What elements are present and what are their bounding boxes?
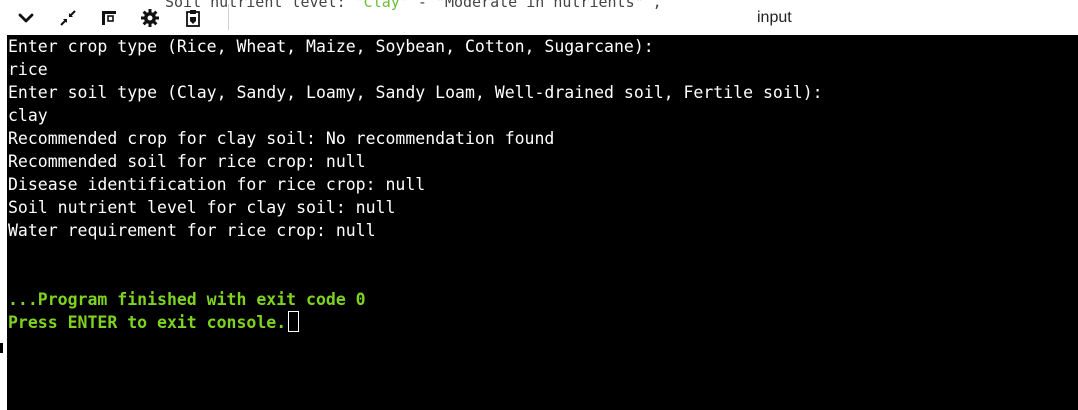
console-line: Enter soil type (Clay, Sandy, Loamy, San… bbox=[8, 83, 823, 102]
layout-icon bbox=[102, 11, 116, 25]
background-code-suffix: - "Moderate in nutrients" , bbox=[408, 0, 662, 11]
background-code-line: Soil nutrient level: "Clay" - "Moderate … bbox=[165, 0, 662, 11]
console-line: Soil nutrient level for clay soil: null bbox=[8, 198, 396, 217]
exit-prompt-text: Press ENTER to exit console. bbox=[8, 313, 287, 332]
clipboard-icon bbox=[186, 10, 200, 27]
layout-button[interactable] bbox=[97, 6, 121, 30]
exit-status-message: ...Program finished with exit code 0 bbox=[8, 290, 366, 309]
left-gutter bbox=[0, 35, 7, 410]
console-line: Recommended soil for rice crop: null bbox=[8, 152, 366, 171]
copy-button[interactable] bbox=[181, 6, 205, 30]
console-line: Recommended crop for clay soil: No recom… bbox=[8, 129, 555, 148]
fullscreen-button[interactable] bbox=[56, 6, 80, 30]
console-line: clay bbox=[8, 106, 48, 125]
settings-button[interactable] bbox=[138, 6, 162, 30]
console-lines: Enter crop type (Rice, Wheat, Maize, Soy… bbox=[8, 35, 823, 334]
toolbar-separator bbox=[228, 4, 229, 30]
console-output[interactable]: Enter crop type (Rice, Wheat, Maize, Soy… bbox=[7, 35, 1078, 410]
gutter-marker bbox=[0, 343, 3, 353]
console-line: Enter crop type (Rice, Wheat, Maize, Soy… bbox=[8, 37, 654, 56]
console-line: rice bbox=[8, 60, 48, 79]
expand-button[interactable] bbox=[14, 6, 38, 30]
console-line: Disease identification for rice crop: nu… bbox=[8, 175, 426, 194]
console-title: input bbox=[757, 9, 792, 26]
exit-prompt-line: Press ENTER to exit console. bbox=[8, 311, 823, 334]
background-code-highlight: "Clay" bbox=[354, 0, 409, 11]
console-line: Water requirement for rice crop: null bbox=[8, 221, 376, 240]
console-toolbar: Soil nutrient level: "Clay" - "Moderate … bbox=[0, 0, 1078, 35]
chevron-down-icon bbox=[18, 13, 34, 23]
gear-icon bbox=[141, 9, 159, 27]
text-cursor[interactable] bbox=[288, 311, 300, 332]
compress-arrows-icon bbox=[60, 10, 76, 26]
